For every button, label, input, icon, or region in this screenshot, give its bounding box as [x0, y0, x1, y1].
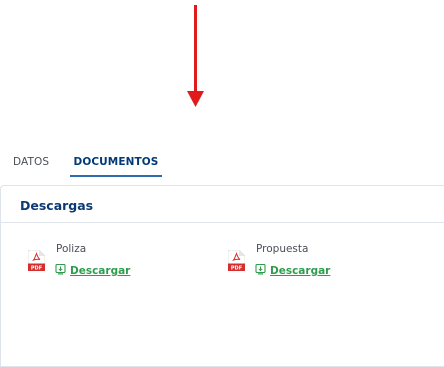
downloads-panel: Descargas PDF Poliza Descargar PDF Propu…: [0, 185, 444, 367]
annotation-arrow-icon: [187, 5, 204, 107]
download-icon: [55, 264, 66, 275]
download-link-wrap: Descargar: [55, 259, 130, 278]
pdf-file-icon: PDF: [228, 250, 245, 271]
tab-documentos[interactable]: DOCUMENTOS: [70, 151, 162, 177]
svg-text:PDF: PDF: [31, 266, 42, 271]
pdf-file-icon: PDF: [28, 250, 45, 271]
download-link-poliza[interactable]: Descargar: [70, 265, 130, 277]
svg-text:PDF: PDF: [231, 266, 242, 271]
panel-header: Descargas: [1, 186, 444, 223]
tab-datos[interactable]: DATOS: [13, 151, 49, 175]
section-title: Descargas: [20, 198, 94, 213]
download-icon: [255, 264, 266, 275]
document-name: Propuesta: [256, 243, 309, 255]
document-name: Poliza: [56, 243, 87, 255]
tab-bar: DATOS DOCUMENTOS: [0, 151, 444, 177]
download-link-propuesta[interactable]: Descargar: [270, 265, 330, 277]
download-link-wrap: Descargar: [255, 259, 330, 278]
